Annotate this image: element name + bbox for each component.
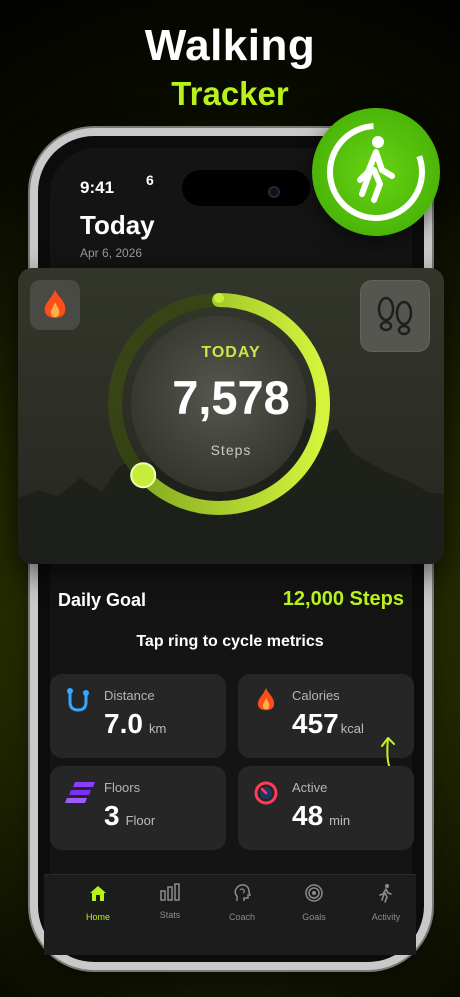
steps-count: 7,578	[172, 371, 290, 424]
status-signal: 6	[146, 172, 154, 188]
camera-icon	[268, 186, 280, 198]
route-icon	[67, 688, 89, 712]
footsteps-button[interactable]	[360, 280, 430, 352]
tab-goals-label: Goals	[302, 912, 326, 922]
tab-goals[interactable]: Goals	[284, 883, 344, 922]
calories-tile[interactable]: Calories 457 kcal	[238, 674, 414, 786]
active-tile[interactable]: Active 48 min	[238, 766, 414, 850]
tab-activity[interactable]: Activity	[356, 883, 416, 922]
tab-coach-label: Coach	[228, 912, 255, 922]
active-unit: min	[329, 813, 351, 828]
tab-coach[interactable]: Coach	[212, 883, 272, 922]
distance-unit: km	[148, 721, 167, 736]
active-value-row: 48 min	[292, 800, 350, 832]
target-icon	[305, 884, 323, 902]
flame-icon	[257, 688, 275, 711]
daily-goal-value: 12,000 Steps	[282, 588, 404, 610]
calories-unit: kcal	[340, 721, 364, 736]
tab-stats-label: Stats	[159, 910, 181, 920]
ring-hint: Tap ring to cycle metrics	[136, 633, 324, 650]
floors-label: Floors	[104, 780, 141, 795]
page-date: Apr 6, 2026	[80, 246, 143, 260]
brain-icon	[234, 884, 252, 901]
bar-chart-icon	[160, 883, 180, 901]
calories-value: 457	[292, 708, 339, 739]
dynamic-island	[182, 170, 310, 206]
active-label: Active	[292, 780, 328, 795]
steps-unit: Steps	[210, 442, 252, 458]
status-time: 9:41	[80, 178, 115, 197]
walker-badge-icon	[327, 123, 425, 221]
steps-ring-card[interactable]: TODAY 7,578 Steps	[18, 268, 444, 564]
promo-title: Walking	[144, 21, 316, 70]
distance-tile[interactable]: Distance 7.0 km	[50, 674, 226, 758]
tab-stats[interactable]: Stats	[140, 883, 200, 920]
timer-icon	[254, 781, 278, 805]
tab-bar: Home Stats Coach Goals Activity	[44, 874, 416, 955]
tab-home[interactable]: Home	[68, 883, 128, 922]
floors-value-row: 3 Floor	[104, 800, 155, 832]
distance-value-row: 7.0 km	[104, 708, 166, 740]
tab-activity-label: Activity	[371, 912, 401, 922]
page-title: Today	[80, 210, 155, 240]
streak-button[interactable]	[30, 280, 80, 330]
walker-icon	[379, 884, 392, 903]
footsteps-icon	[377, 296, 413, 336]
distance-value: 7.0	[104, 708, 143, 739]
floors-value: 3	[104, 800, 120, 831]
floors-unit: Floor	[125, 813, 156, 828]
floors-tile[interactable]: Floors 3 Floor	[50, 766, 226, 850]
tab-home-label: Home	[85, 912, 110, 922]
active-value: 48	[292, 800, 324, 831]
calories-value-row: 457 kcal	[292, 708, 364, 740]
calories-label: Calories	[292, 688, 340, 703]
promo-headline: Walking Tracker	[0, 18, 460, 114]
app-badge	[312, 108, 440, 236]
ring-label: TODAY	[201, 344, 261, 361]
distance-label: Distance	[104, 688, 155, 703]
home-icon	[90, 886, 106, 901]
stairs-icon	[65, 782, 95, 803]
flame-icon	[44, 290, 66, 318]
daily-goal-label: Daily Goal	[58, 590, 147, 610]
